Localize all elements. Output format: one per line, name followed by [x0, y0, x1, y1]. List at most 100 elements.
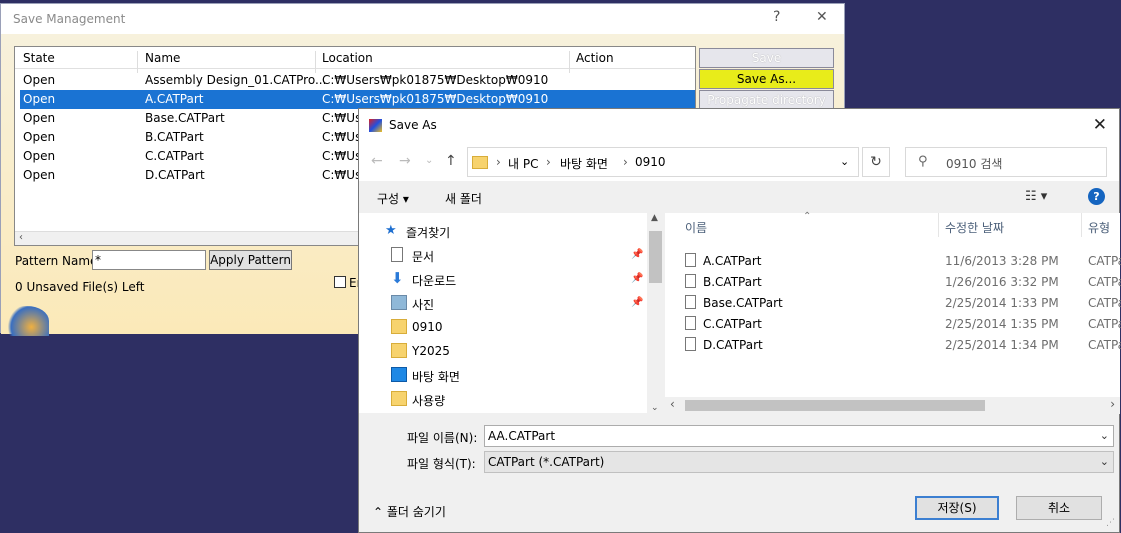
list-item[interactable]: A.CATPart 11/6/2013 3:28 PM CATPa [685, 251, 1121, 272]
scroll-left-icon[interactable]: ‹ [19, 232, 23, 243]
file-type: CATPa [1088, 296, 1121, 310]
up-arrow-icon[interactable]: ↑ [445, 153, 457, 169]
desktop-icon [391, 367, 407, 382]
organize-menu[interactable]: 구성 ▾ [377, 190, 409, 207]
scroll-thumb[interactable] [685, 400, 985, 411]
file-date: 2/25/2014 1:35 PM [945, 317, 1059, 331]
resize-grip-icon[interactable]: ⋰ [1106, 518, 1115, 528]
dialog-title: Save As [389, 118, 437, 132]
sort-ascending-icon: ⌃ [803, 211, 812, 222]
save-button[interactable]: 저장(S) [915, 496, 999, 520]
filetype-select[interactable]: CATPart (*.CATPart) ⌄ [484, 451, 1114, 473]
file-type: CATPa [1088, 317, 1121, 331]
file-icon [685, 295, 696, 309]
breadcrumb-desktop[interactable]: 바탕 화면 [560, 155, 608, 172]
breadcrumb-0910[interactable]: 0910 [635, 155, 666, 169]
file-name: D.CATPart [703, 338, 763, 352]
file-list-pane: 이름 ⌃ 수정한 날짜 유형 A.CATPart 11/6/2013 3:28 … [665, 211, 1121, 413]
column-header-name[interactable]: 이름 [685, 219, 707, 236]
pin-icon[interactable]: 📌 [631, 273, 643, 284]
chevron-down-icon[interactable]: ⌄ [1100, 426, 1109, 446]
row-location: C:₩Users₩pk01875₩Desktop₩0910 [322, 92, 549, 106]
file-name: B.CATPart [703, 275, 762, 289]
nav-vertical-scrollbar[interactable]: ▲ ⌄ [647, 213, 664, 413]
column-header-name[interactable]: Name [145, 51, 180, 65]
close-button[interactable]: ✕ [1093, 115, 1107, 135]
help-button[interactable]: ? [773, 9, 780, 25]
help-icon[interactable]: ? [1088, 188, 1105, 205]
file-icon [685, 253, 696, 267]
row-name: C.CATPart [145, 149, 204, 163]
list-item[interactable]: Base.CATPart 2/25/2014 1:33 PM CATPa [685, 293, 1121, 314]
filename-label: 파일 이름(N): [407, 431, 478, 445]
column-header-state[interactable]: State [23, 51, 55, 65]
pin-icon[interactable]: 📌 [631, 297, 643, 308]
address-dropdown-icon[interactable]: ⌄ [840, 155, 849, 168]
scroll-down-icon[interactable]: ⌄ [651, 403, 659, 413]
table-row-selected[interactable]: Open A.CATPart C:₩Users₩pk01875₩Desktop₩… [20, 90, 695, 109]
navigation-bar: ← → ⌄ ↑ › 내 PC › 바탕 화면 › 0910 ⌄ ↻ ⚲ 0910… [359, 141, 1119, 181]
file-name: A.CATPart [703, 254, 762, 268]
propagate-directory-button[interactable]: Propagate directory [699, 90, 834, 110]
row-state: Open [23, 149, 56, 163]
scroll-up-icon[interactable]: ▲ [651, 213, 658, 223]
refresh-button[interactable]: ↻ [862, 147, 890, 177]
list-item[interactable]: C.CATPart 2/25/2014 1:35 PM CATPa [685, 314, 1121, 335]
file-horizontal-scrollbar[interactable]: ‹ › [665, 397, 1120, 414]
table-row[interactable]: Open Assembly Design_01.CATPro... C:₩Use… [20, 71, 695, 90]
row-name: B.CATPart [145, 130, 204, 144]
search-input[interactable]: ⚲ 0910 검색 [905, 147, 1107, 177]
back-arrow-icon[interactable]: ← [371, 153, 383, 169]
save-management-titlebar: Save Management ? ✕ [1, 4, 844, 34]
column-header-action[interactable]: Action [576, 51, 614, 65]
address-bar[interactable]: › 내 PC › 바탕 화면 › 0910 ⌄ [467, 147, 859, 177]
row-state: Open [23, 168, 56, 182]
command-bar: 구성 ▾ 새 폴더 ☷ ▾ ? [359, 181, 1119, 213]
folder-icon [472, 156, 488, 169]
app-icon [369, 119, 382, 132]
chevron-down-icon[interactable]: ⌄ [1100, 452, 1109, 472]
folder-icon [391, 391, 407, 406]
scroll-thumb[interactable] [649, 231, 662, 283]
file-type: CATPa [1088, 254, 1121, 268]
scroll-left-icon[interactable]: ‹ [670, 397, 675, 411]
filetype-label: 파일 형식(T): [407, 457, 476, 471]
file-date: 2/25/2014 1:33 PM [945, 296, 1059, 310]
breadcrumb-my-pc[interactable]: 내 PC [508, 155, 538, 172]
catia-logo [5, 306, 49, 336]
file-type: CATPa [1088, 275, 1121, 289]
scroll-right-icon[interactable]: › [1110, 397, 1115, 411]
apply-pattern-button[interactable]: Apply Pattern [209, 250, 292, 270]
filename-input[interactable]: AA.CATPart ⌄ [484, 425, 1114, 447]
row-location: C:₩Users₩pk01875₩Desktop₩0910 [322, 73, 549, 87]
save-as-button[interactable]: Save As... [699, 69, 834, 89]
forward-arrow-icon[interactable]: → [399, 153, 411, 169]
column-header-date[interactable]: 수정한 날짜 [945, 219, 1004, 236]
chevron-down-icon[interactable]: ⌄ [425, 155, 433, 166]
list-item[interactable]: D.CATPart 2/25/2014 1:34 PM CATPa [685, 335, 1121, 356]
hide-folders-toggle[interactable]: ⌃ 폴더 숨기기 [373, 503, 446, 520]
row-name: D.CATPart [145, 168, 205, 182]
option-checkbox[interactable] [334, 276, 346, 288]
list-header: State Name Location Action [15, 47, 695, 73]
column-header-location[interactable]: Location [322, 51, 373, 65]
navigation-pane: ★ 즐겨찾기 문서 📌 ⬇ 다운로드 📌 사진 📌 0910 Y2025 바탕 … [359, 213, 664, 413]
column-header-type[interactable]: 유형 [1088, 219, 1110, 236]
star-icon: ★ [385, 223, 397, 238]
file-icon [685, 274, 696, 288]
window-title: Save Management [13, 12, 126, 26]
row-name: A.CATPart [145, 92, 204, 106]
row-state: Open [23, 92, 56, 106]
view-options-icon[interactable]: ☷ ▾ [1025, 189, 1047, 204]
save-as-dialog: Save As ✕ ← → ⌄ ↑ › 내 PC › 바탕 화면 › 0910 … [358, 108, 1121, 533]
new-folder-button[interactable]: 새 폴더 [445, 190, 482, 207]
cancel-button[interactable]: 취소 [1016, 496, 1102, 520]
file-date: 11/6/2013 3:28 PM [945, 254, 1059, 268]
file-icon [685, 316, 696, 330]
pattern-name-input[interactable]: * [92, 250, 206, 270]
list-item[interactable]: B.CATPart 1/26/2016 3:32 PM CATPa [685, 272, 1121, 293]
close-button[interactable]: ✕ [816, 9, 828, 25]
row-state: Open [23, 111, 56, 125]
save-button[interactable]: Save [699, 48, 834, 68]
pin-icon[interactable]: 📌 [631, 249, 643, 260]
